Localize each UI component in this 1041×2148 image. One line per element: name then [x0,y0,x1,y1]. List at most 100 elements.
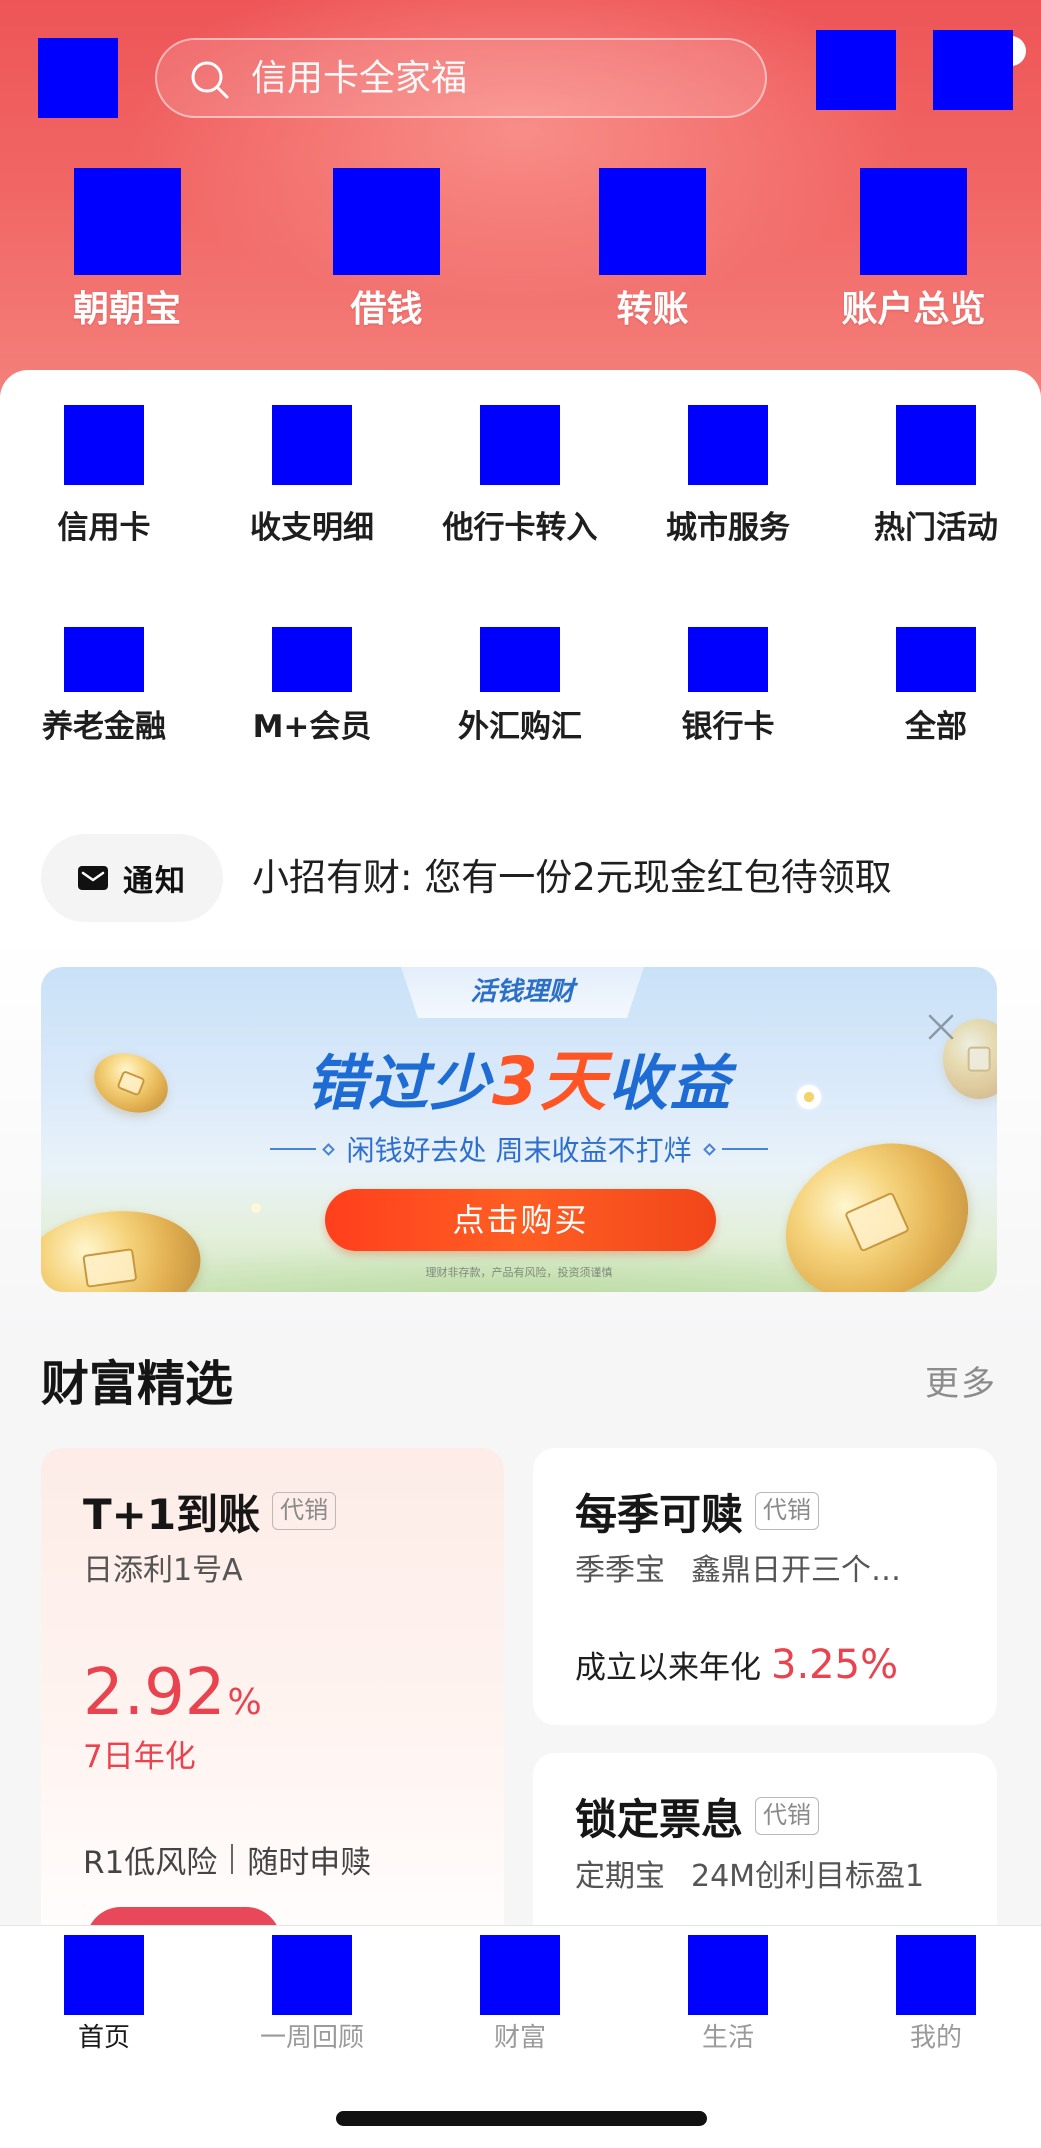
tab-life[interactable]: 生活 [624,1926,832,2056]
service-membership[interactable]: M+会员 [208,627,416,747]
product-badge: 代销 [755,1797,820,1835]
product-title-row: 锁定票息 代销 [575,1793,820,1844]
rate-unit: % [227,1682,262,1723]
service-forex[interactable]: 外汇购汇 [416,627,624,747]
sparkle-image [251,1203,261,1213]
product-name: 24M创利目标盈1 [691,1859,925,1894]
shortcut-transfer[interactable]: 转账 [519,168,786,332]
weekly-review-icon [272,1935,352,2015]
quick-shortcuts: 朝朝宝 借钱 转账 账户总览 [0,168,1041,332]
life-icon [688,1935,768,2015]
product-name: 季季宝 [575,1553,665,1588]
service-inbound-transfer[interactable]: 他行卡转入 [416,405,624,627]
product-title-row: 每季可赎 代销 [575,1488,820,1539]
tab-label: 我的 [909,2023,962,2053]
notice-tag-label: 通知 [123,864,187,899]
bank-card-icon [688,627,768,692]
search-input[interactable] [251,40,741,116]
shortcut-label: 账户总览 [841,289,986,330]
service-label: 外汇购汇 [458,709,582,745]
message-icon[interactable] [933,30,1013,110]
shortcut-borrow[interactable]: 借钱 [254,168,519,332]
banner-headline: 错过少3天收益 [41,1045,997,1121]
service-pension[interactable]: 养老金融 [0,627,208,747]
tab-wealth[interactable]: 财富 [416,1926,624,2056]
shortcut-label: 借钱 [350,289,423,330]
tab-label: 生活 [701,2023,754,2053]
header: 朝朝宝 借钱 转账 账户总览 [0,0,1041,420]
banner-disclaimer: 理财非存款，产品有风险，投资须谨慎 [425,1266,613,1279]
all-services-icon [896,627,976,692]
city-services-icon [688,405,768,485]
service-label: 全部 [905,709,967,745]
shortcut-zhaozhaobao[interactable]: 朝朝宝 [0,168,254,332]
service-all[interactable]: 全部 [832,627,1040,747]
tab-label: 一周回顾 [259,2023,364,2053]
notice-tag[interactable]: 通知 [41,834,223,922]
service-credit-card[interactable]: 信用卡 [0,405,208,627]
zhaozhaobao-icon [73,168,181,275]
service-label: 热门活动 [874,510,998,546]
diamond-icon [321,1142,335,1156]
rate-label: 7日年化 [83,1739,196,1775]
product-badge: 代销 [755,1492,820,1530]
search-icon [191,61,229,99]
scan-icon[interactable] [38,38,118,118]
product-title: 每季可赎 [575,1489,744,1539]
pension-icon [64,627,144,692]
service-transactions[interactable]: 收支明细 [208,405,416,627]
rate-value: 2.92 [83,1656,226,1730]
buy-now-button[interactable]: 点击购买 [325,1189,716,1251]
borrow-icon [333,168,440,275]
profile-icon [896,1935,976,2015]
shortcut-label: 转账 [616,289,689,330]
shortcut-account-overview[interactable]: 账户总览 [786,168,1041,332]
service-bank-card[interactable]: 银行卡 [624,627,832,747]
product-names: 季季宝 鑫鼎日开三个… [575,1551,901,1591]
customer-service-icon[interactable] [816,30,896,110]
risk-tag: R1低风险 [83,1844,218,1881]
notice-message[interactable]: 小招有财: 您有一份2元现金红包待领取 [252,834,892,922]
home-icon [64,1935,144,2015]
product-card[interactable]: T+1到账 代销 日添利1号A 2.92% 7日年化 R1低风险 随时申赎 [41,1448,504,1977]
service-label: 收支明细 [250,510,374,546]
tab-weekly-review[interactable]: 一周回顾 [208,1926,416,2056]
service-city-services[interactable]: 城市服务 [624,405,832,627]
banner-subline-text: 闲钱好去处 周末收益不打烊 [346,1134,692,1167]
service-label: 养老金融 [42,709,166,745]
diamond-icon [703,1142,717,1156]
product-yield: 成立以来年化 3.25% [575,1642,898,1690]
service-label: M+会员 [252,709,372,745]
rate-value: 3.25% [771,1642,899,1688]
product-name: 定期宝 [575,1859,665,1894]
service-label: 信用卡 [57,510,151,546]
service-hot-activities[interactable]: 热门活动 [832,405,1040,627]
membership-icon [272,627,352,692]
redeem-tag: 随时申赎 [247,1844,372,1881]
divider [722,1148,769,1150]
divider [231,1844,234,1874]
more-link[interactable]: 更多 [925,1362,997,1406]
close-icon[interactable] [927,1013,955,1041]
service-label: 他行卡转入 [442,510,598,546]
tab-profile[interactable]: 我的 [832,1926,1040,2056]
product-badge: 代销 [272,1492,337,1530]
search-bar[interactable] [155,38,767,118]
transfer-icon [599,168,706,275]
service-label: 城市服务 [666,510,790,546]
product-rate: 2.92% [83,1658,262,1744]
product-name: 日添利1号A [83,1553,243,1588]
service-label: 银行卡 [681,709,775,745]
home-indicator[interactable] [336,2111,707,2126]
tab-home[interactable]: 首页 [0,1926,208,2056]
hot-activities-icon [896,405,976,485]
banner-subline: 闲钱好去处 周末收益不打烊 [41,1129,997,1169]
inbound-transfer-icon [480,405,560,485]
product-card[interactable]: 每季可赎 代销 季季宝 鑫鼎日开三个… 成立以来年化 3.25% [533,1448,997,1725]
mail-icon [78,866,108,890]
product-title: T+1到账 [83,1489,261,1539]
headline-pre: 错过少 [306,1049,493,1119]
service-grid: 信用卡 收支明细 他行卡转入 城市服务 热门活动 养老金融 M+会员 外汇购汇 … [0,405,1041,747]
promo-banner[interactable]: 活钱理财 错过少3天收益 闲钱好去处 周末收益不打烊 点击购买 理财非存款，产品… [41,967,997,1292]
transactions-icon [272,405,352,485]
